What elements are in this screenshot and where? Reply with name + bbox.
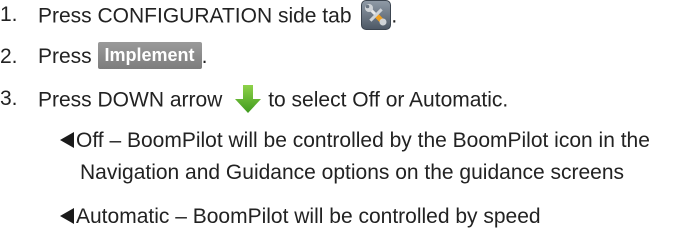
step-text: Press DOWN arrow [38,88,223,112]
step-number: 3. [0,87,18,110]
option-text: Off – BoomPilot will be controlled by th… [76,129,650,152]
step-1: 1. Press CONFIGURATION side tab . [0,0,676,32]
step-3: 3. Press DOWN arrow to select Off or Aut… [0,84,676,116]
option-off-continued: Navigation and Guidance options on the g… [80,160,624,186]
wrench-screwdriver-icon [361,0,392,30]
step-text: Press CONFIGURATION side tab [38,4,352,28]
option-off: Off – BoomPilot will be controlled by th… [60,128,650,154]
option-automatic: Automatic – BoomPilot will be controlled… [60,204,541,230]
step-text-end: . [201,45,208,69]
step-text-end: . [391,4,398,28]
left-triangle-icon [60,132,74,148]
step-text: Press [38,45,92,69]
option-text: Navigation and Guidance options on the g… [80,161,625,184]
step-number: 1. [0,3,18,26]
left-triangle-icon [60,208,74,224]
step-number: 2. [0,45,18,68]
option-text: Automatic – BoomPilot will be controlled… [76,205,541,228]
implement-button[interactable]: Implement [97,42,202,69]
step-2: 2. Press Implement. [0,42,676,74]
green-down-arrow-icon [234,84,262,114]
step-text-end: to select Off or Automatic. [268,88,509,112]
